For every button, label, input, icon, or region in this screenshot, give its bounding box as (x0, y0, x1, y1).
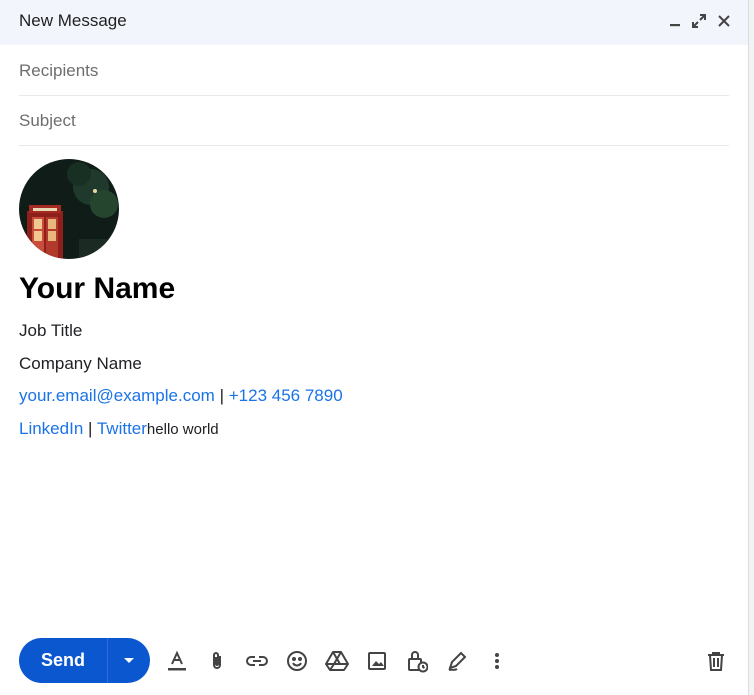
send-options-button[interactable] (108, 638, 150, 683)
linkedin-link[interactable]: LinkedIn (19, 419, 83, 438)
scrollbar-gutter[interactable] (748, 0, 754, 695)
send-button-group: Send (19, 638, 150, 683)
send-button[interactable]: Send (19, 638, 108, 683)
signature-avatar (19, 159, 119, 259)
twitter-link[interactable]: Twitter (97, 419, 147, 438)
expand-icon[interactable] (688, 10, 710, 32)
drive-icon[interactable] (324, 648, 350, 674)
chevron-down-icon (124, 657, 134, 663)
recipients-input[interactable] (19, 47, 729, 95)
phone-link[interactable]: +123 456 7890 (229, 386, 343, 405)
separator: | (219, 386, 224, 405)
trash-icon[interactable] (703, 648, 729, 674)
photo-icon[interactable] (364, 648, 390, 674)
separator: | (88, 419, 93, 438)
close-icon[interactable] (713, 10, 735, 32)
attach-icon[interactable] (204, 648, 230, 674)
body-text[interactable]: hello world (147, 421, 219, 438)
compose-window: New Message Recipients Subject Your Name… (0, 0, 748, 695)
email-link[interactable]: your.email@example.com (19, 386, 215, 405)
recipients-field (19, 47, 729, 96)
confidential-icon[interactable] (404, 648, 430, 674)
compose-header[interactable]: New Message (0, 0, 748, 45)
signature-name: Your Name (19, 272, 176, 305)
signature-contact-line: your.email@example.com | +123 456 7890 (19, 386, 343, 406)
signature-company: Company Name (19, 354, 142, 373)
signature-social-line: LinkedIn | Twitterhello world (19, 419, 219, 439)
more-options-icon[interactable] (484, 648, 510, 674)
emoji-icon[interactable] (284, 648, 310, 674)
formatting-icon[interactable] (164, 648, 190, 674)
subject-input[interactable] (19, 97, 729, 145)
minimize-icon[interactable] (664, 10, 686, 32)
compose-title: New Message (19, 11, 127, 30)
subject-field (19, 97, 729, 146)
link-icon[interactable] (244, 648, 270, 674)
signature-job-title: Job Title (19, 321, 83, 340)
signature-icon[interactable] (444, 648, 470, 674)
